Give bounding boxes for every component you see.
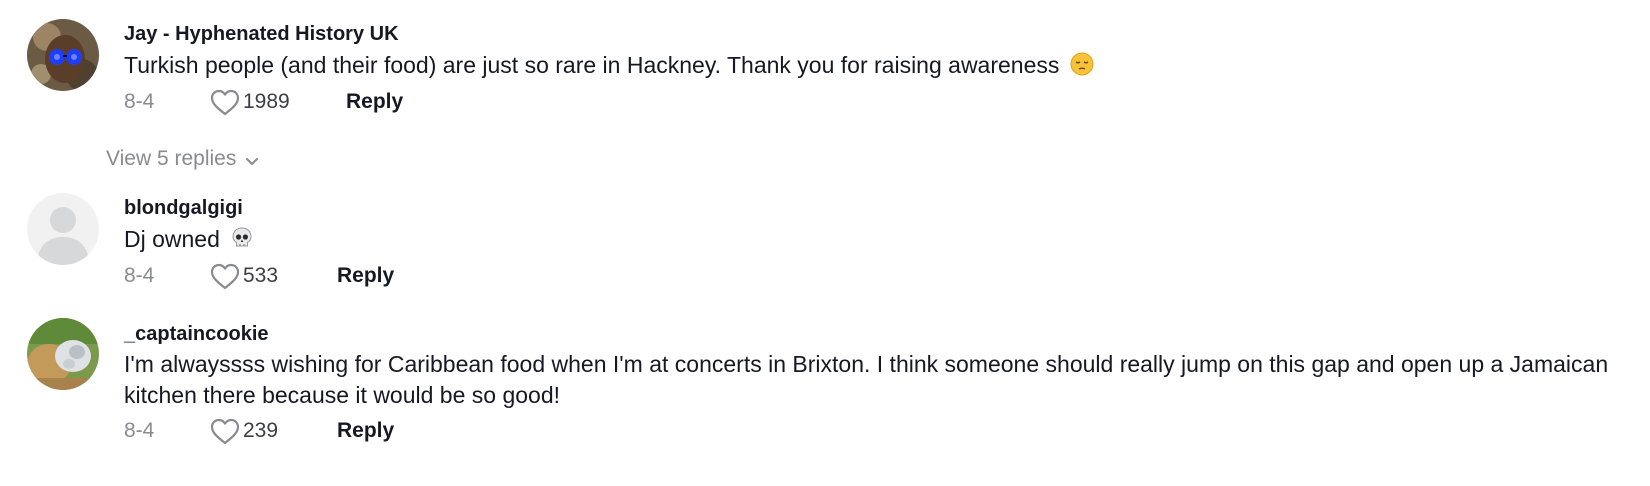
comment-text: I'm alwayssss wishing for Caribbean food… bbox=[124, 351, 1609, 408]
avatar-photo bbox=[27, 318, 99, 390]
comment-username[interactable]: blondgalgigi bbox=[124, 197, 243, 220]
like-count: 1989 bbox=[243, 90, 290, 113]
comment-username[interactable]: _captaincookie bbox=[124, 323, 269, 346]
comment-date: 8-4 bbox=[124, 264, 155, 287]
comment-date: 8-4 bbox=[124, 90, 155, 113]
heart-icon[interactable] bbox=[210, 262, 240, 292]
comment-text: Turkish people (and their food) are just… bbox=[124, 50, 1624, 84]
comment-meta: 8-4 239 Reply bbox=[124, 417, 524, 447]
heart-icon[interactable] bbox=[210, 417, 240, 447]
comment-text-content: Turkish people (and their food) are just… bbox=[124, 52, 1060, 78]
view-replies-label: View 5 replies bbox=[106, 147, 237, 170]
reply-button[interactable]: Reply bbox=[346, 90, 403, 114]
avatar[interactable] bbox=[27, 318, 99, 390]
comment-meta: 8-4 1989 Reply bbox=[124, 88, 524, 118]
default-avatar-icon bbox=[27, 193, 99, 265]
like-count: 239 bbox=[243, 419, 279, 442]
chevron-down-icon bbox=[244, 151, 260, 167]
comment-text-content: Dj owned bbox=[124, 226, 220, 252]
comment-date: 8-4 bbox=[124, 419, 155, 442]
like-count: 533 bbox=[243, 264, 279, 287]
avatar-photo bbox=[27, 19, 99, 91]
pensive-face-icon bbox=[1070, 52, 1094, 84]
avatar[interactable] bbox=[27, 19, 99, 91]
reply-button[interactable]: Reply bbox=[337, 419, 394, 443]
view-replies-button[interactable]: View 5 replies bbox=[106, 147, 260, 171]
comment-text: Dj owned bbox=[124, 224, 1624, 258]
heart-icon[interactable] bbox=[210, 88, 240, 118]
avatar[interactable] bbox=[27, 193, 99, 265]
reply-button[interactable]: Reply bbox=[337, 264, 394, 288]
skull-icon bbox=[230, 226, 254, 258]
comment-meta: 8-4 533 Reply bbox=[124, 262, 524, 292]
comment-username[interactable]: Jay - Hyphenated History UK bbox=[124, 23, 399, 46]
